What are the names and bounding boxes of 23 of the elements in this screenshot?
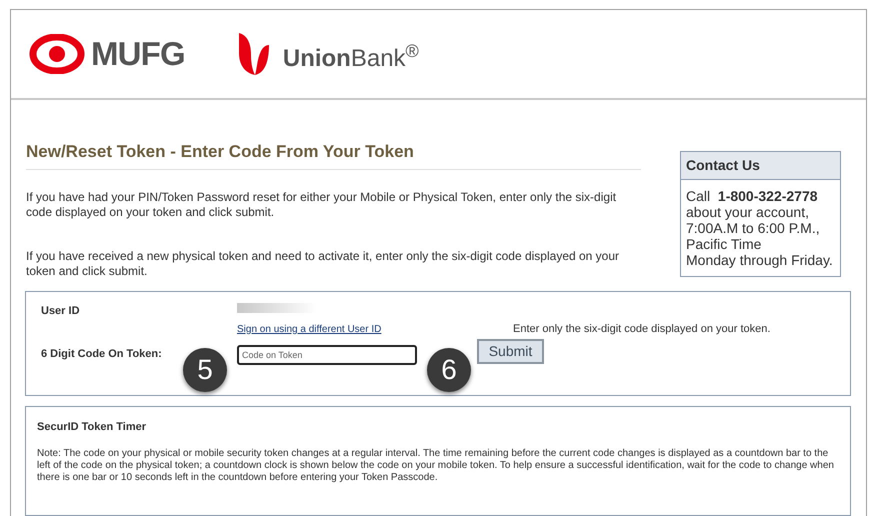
- petal-logo-icon: [236, 33, 271, 75]
- contact-line: about your account,: [686, 204, 810, 220]
- contact-line: Call 1-800-322-2778: [686, 188, 819, 204]
- timer-note: Note: The code on your physical or mobile security token changes at a regular interval. The time remaining before the current code changes is displayed as a countdown bar to the left of the code on the physical token; a countdown clock is shown below the code on your mobile token. To help ensure a successful identification, wait for the code to change when there is one bar or 10 seconds left in the countdown before entering your Token Passcode.: [37, 447, 835, 484]
- step-number-marker: 6: [427, 348, 471, 392]
- concentric-rings-logo-icon: [29, 34, 85, 74]
- contact-title: Contact Us: [681, 152, 840, 180]
- unionbank-logo-text: UnionBank$^{®}$: [282, 41, 419, 74]
- contact-line: Pacific Time: [686, 236, 762, 252]
- step-number-marker: 5: [183, 348, 227, 392]
- code-hint: Enter only the six-digit code displayed on your token.: [512, 322, 770, 336]
- mufg-logo-text: MUFG: [91, 34, 185, 74]
- switch-user-link[interactable]: Sign on using a different User ID: [237, 322, 417, 336]
- page-title: New/Reset Token - Enter Code From Your Token: [26, 141, 415, 163]
- contact-line: Monday through Friday.: [686, 252, 834, 268]
- instruction-paragraph: If you have had your PIN/Token Password reset for either your Mobile or Physical Token, enter only the six-digit code displayed on your token and click submit.: [26, 190, 618, 220]
- submit-button[interactable]: Submit: [477, 339, 544, 364]
- instruction-paragraph: If you have received a new physical token and need to activate it, enter only the six-digit code displayed on your token and click submit.: [26, 248, 620, 278]
- timer-title: SecurID Token Timer: [37, 420, 148, 434]
- code-label: 6 Digit Code On Token:: [41, 347, 163, 362]
- contact-line: 7:00A.M to 6:00 P.M.,: [686, 220, 821, 236]
- code-input-field[interactable]: Code on Token: [237, 344, 417, 364]
- user-id-label: User ID: [41, 304, 81, 318]
